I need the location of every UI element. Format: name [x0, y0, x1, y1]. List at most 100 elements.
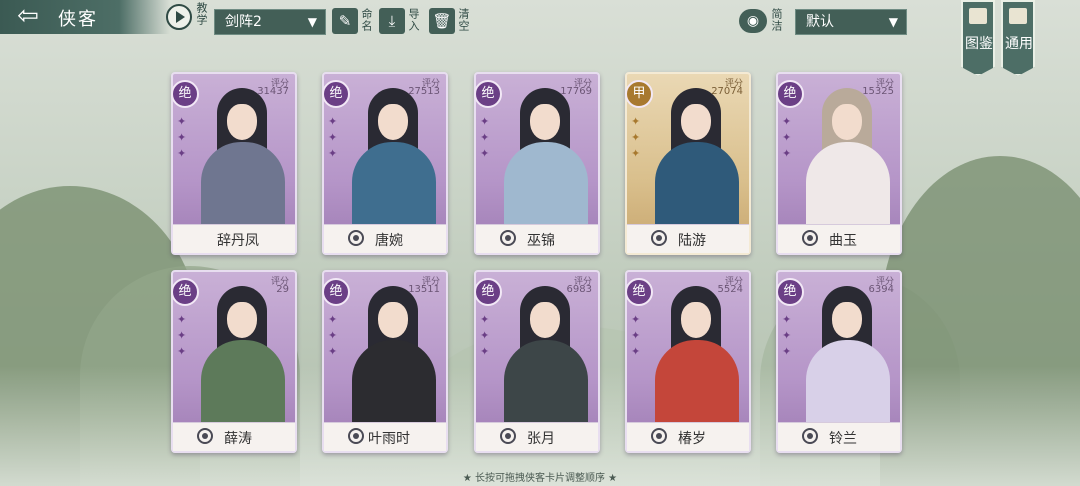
hero-card[interactable]: 绝 ✦ ✦ ✦ 评分 27513 唐婉: [322, 72, 448, 255]
hero-portrait: [340, 80, 444, 226]
general-label: 通用: [1005, 36, 1033, 52]
import-button[interactable]: ⤓: [379, 8, 405, 34]
nameplate: 薛涛: [173, 422, 295, 451]
score-value: 27074: [711, 86, 743, 97]
book-icon: [969, 8, 987, 24]
nameplate: 椿岁: [627, 422, 749, 451]
hero-portrait: [492, 278, 596, 424]
hero-portrait: [643, 278, 747, 424]
concise-toggle[interactable]: ◉: [739, 9, 767, 33]
clear-button[interactable]: 🗑: [429, 8, 455, 34]
codex-label: 图鉴: [965, 36, 993, 52]
hero-card[interactable]: 绝 ✦ ✦ ✦ 评分 17769 巫锦: [474, 72, 600, 255]
general-button[interactable]: 通用: [1001, 0, 1035, 76]
star-pips: ✦ ✦ ✦: [328, 115, 338, 160]
hero-portrait: [492, 80, 596, 226]
download-icon: ⤓: [388, 12, 396, 30]
hero-portrait: [794, 80, 898, 226]
hero-name: 铃兰: [829, 431, 857, 447]
hero-name: 叶雨时: [368, 431, 410, 447]
score-value: 5524: [717, 284, 743, 295]
score-value: 17769: [560, 86, 592, 97]
score-value: 13511: [408, 284, 440, 295]
formation-select-value: 剑阵2: [225, 14, 262, 30]
hero-portrait: [794, 278, 898, 424]
rank-badge: 绝: [474, 80, 502, 108]
eye-icon: ◉: [746, 13, 760, 29]
tutorial-play-icon[interactable]: [166, 4, 192, 30]
star-pips: ✦ ✦ ✦: [782, 115, 792, 160]
hero-portrait: [643, 80, 747, 226]
codex-button[interactable]: 图鉴: [961, 0, 995, 76]
rank-badge: 绝: [474, 278, 502, 306]
hero-card[interactable]: 绝 ✦ ✦ ✦ 评分 6394 铃兰: [776, 270, 902, 453]
nameplate: 辞丹凤: [173, 224, 295, 253]
arrow-left-icon: ⇦: [17, 1, 39, 31]
hero-card[interactable]: 绝 ✦ ✦ ✦ 评分 29 薛涛: [171, 270, 297, 453]
rename-label: 命名: [360, 8, 373, 32]
rename-button[interactable]: ✎: [332, 8, 358, 34]
chevron-down-icon: ▼: [307, 15, 317, 29]
page-title: 侠客: [58, 9, 98, 30]
import-label: 导入: [407, 8, 420, 32]
clear-label: 清空: [457, 8, 470, 32]
score-value: 6394: [868, 284, 894, 295]
trash-icon: 🗑: [432, 12, 452, 30]
hero-name: 巫锦: [527, 233, 555, 249]
hero-card[interactable]: 绝 ✦ ✦ ✦ 评分 15325 曲玉: [776, 72, 902, 255]
chevron-down-icon: ▼: [888, 15, 898, 29]
hero-name: 椿岁: [678, 431, 706, 447]
hero-card[interactable]: 绝 ✦ ✦ ✦ 评分 31437 辞丹凤: [171, 72, 297, 255]
hero-portrait: [189, 278, 293, 424]
rank-badge: 绝: [171, 80, 199, 108]
rank-badge: 绝: [171, 278, 199, 306]
star-pips: ✦ ✦ ✦: [177, 115, 187, 160]
score-value: 31437: [257, 86, 289, 97]
scroll-icon: [1009, 8, 1027, 24]
star-pips: ✦ ✦ ✦: [631, 313, 641, 358]
rank-badge: 甲: [625, 80, 653, 108]
rank-badge: 绝: [322, 278, 350, 306]
hero-name: 张月: [527, 431, 555, 447]
nameplate: 铃兰: [778, 422, 900, 451]
star-pips: ✦ ✦ ✦: [480, 313, 490, 358]
top-bar: ⇦ 侠客 教学 剑阵2 ▼ ✎ 命名 ⤓ 导入 🗑 清空 ◉ 简洁 默认 ▼ 图…: [0, 0, 1080, 76]
score-value: 15325: [862, 86, 894, 97]
star-pips: ✦ ✦ ✦: [631, 115, 641, 160]
star-pips: ✦ ✦ ✦: [177, 313, 187, 358]
hero-name: 唐婉: [375, 233, 403, 249]
star-pips: ✦ ✦ ✦: [782, 313, 792, 358]
nameplate: 叶雨时: [324, 422, 446, 451]
nameplate: 唐婉: [324, 224, 446, 253]
star-pips: ✦ ✦ ✦: [480, 115, 490, 160]
hero-name: 辞丹凤: [217, 233, 259, 249]
hero-name: 曲玉: [829, 233, 857, 249]
nameplate: 曲玉: [778, 224, 900, 253]
rank-badge: 绝: [625, 278, 653, 306]
rank-badge: 绝: [776, 80, 804, 108]
hero-portrait: [189, 80, 293, 226]
score-value: 27513: [408, 86, 440, 97]
formation-select[interactable]: 剑阵2 ▼: [214, 9, 326, 35]
drag-hint: ★ 长按可拖拽侠客卡片调整顺序 ★: [462, 473, 618, 484]
hero-card[interactable]: 绝 ✦ ✦ ✦ 评分 6983 张月: [474, 270, 600, 453]
rank-badge: 绝: [322, 80, 350, 108]
nameplate: 张月: [476, 422, 598, 451]
concise-label: 简洁: [770, 8, 783, 32]
sort-select[interactable]: 默认 ▼: [795, 9, 907, 35]
brush-icon: ✎: [338, 12, 352, 30]
back-button[interactable]: ⇦: [4, 3, 52, 31]
sort-select-value: 默认: [806, 14, 834, 30]
hero-card[interactable]: 甲 ✦ ✦ ✦ 评分 27074 陆游: [625, 72, 751, 255]
rank-badge: 绝: [776, 278, 804, 306]
hero-card[interactable]: 绝 ✦ ✦ ✦ 评分 5524 椿岁: [625, 270, 751, 453]
score-value: 6983: [566, 284, 592, 295]
hero-name: 陆游: [678, 233, 706, 249]
hero-portrait: [340, 278, 444, 424]
nameplate: 陆游: [627, 224, 749, 253]
score-value: 29: [276, 284, 289, 295]
star-pips: ✦ ✦ ✦: [328, 313, 338, 358]
hero-card[interactable]: 绝 ✦ ✦ ✦ 评分 13511 叶雨时: [322, 270, 448, 453]
tutorial-label: 教学: [195, 2, 208, 26]
nameplate: 巫锦: [476, 224, 598, 253]
